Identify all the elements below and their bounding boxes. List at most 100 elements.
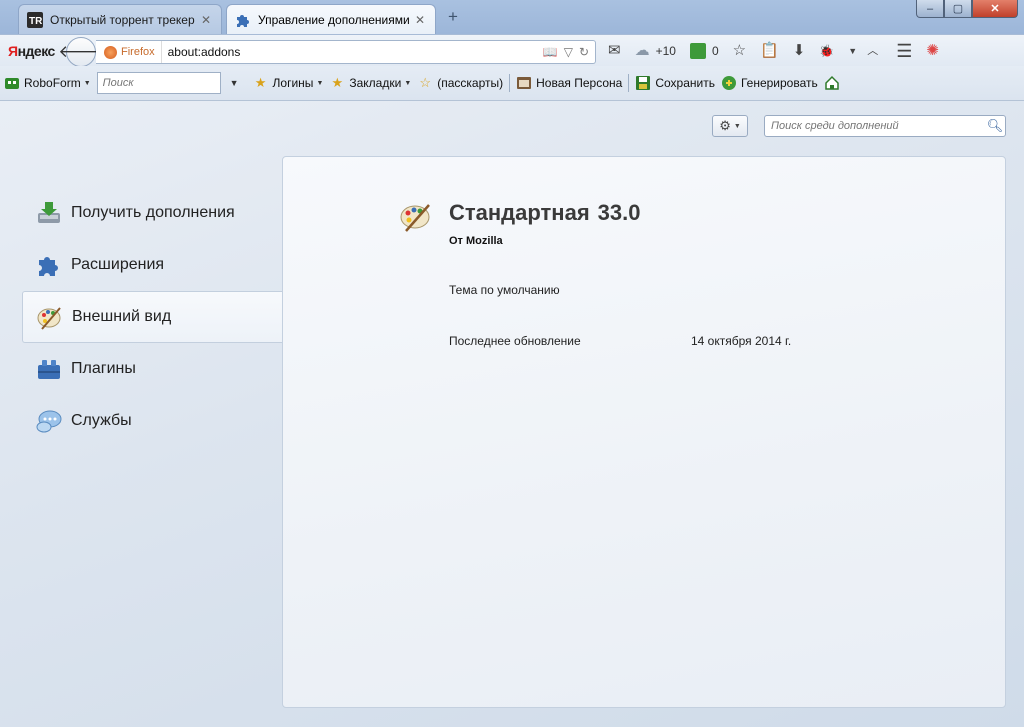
firefox-icon (104, 45, 117, 59)
counter-widget[interactable]: 0 (689, 43, 719, 59)
new-persona-button[interactable]: Новая Персона (516, 75, 622, 91)
save-button[interactable]: Сохранить (635, 75, 715, 91)
close-window-button[interactable]: ✕ (972, 0, 1018, 18)
roboform-search-dropdown[interactable]: ▼ (227, 78, 247, 88)
tr-favicon-icon: TR (27, 11, 43, 28)
roboform-search-input[interactable] (96, 72, 221, 94)
search-icon[interactable]: 🔍︎ (985, 118, 1005, 134)
identity-label: Firefox (121, 46, 155, 58)
last-updated-value: 14 октября 2014 г. (691, 334, 792, 348)
menu-icon[interactable]: ☰ (896, 42, 912, 60)
logins-menu[interactable]: ★ Логины ▼ (253, 75, 324, 91)
category-list: Получить дополнения Расширения Внешний в… (22, 187, 282, 447)
addon-name: Стандартная (449, 200, 590, 225)
logins-star-icon: ★ (254, 75, 267, 90)
bookmark-star-icon[interactable]: ☆ (733, 43, 746, 59)
plugins-icon (34, 354, 64, 384)
dropdown-icon[interactable]: ▼ (848, 43, 857, 59)
addon-version: 33.0 (597, 200, 641, 225)
bookmarks-toolbar: RoboForm▼ ▼ ★ Логины▼ ★ Закладки▼ ☆ (пас… (0, 66, 1024, 101)
bookmarks-menu[interactable]: ★ Закладки ▼ (329, 75, 412, 91)
mail-icon[interactable]: ✉ (608, 43, 621, 59)
history-dropdown-icon[interactable]: ▽ (564, 45, 573, 59)
minimize-button[interactable]: – (916, 0, 944, 18)
back-button[interactable]: 🡐 (58, 37, 104, 67)
clipboard-icon[interactable]: 📋 (760, 43, 779, 59)
category-get-addons[interactable]: Получить дополнения (22, 187, 282, 239)
navigation-toolbar: Яндекс 🡐 Firefox about:addons 📖 ▽ ↻ ✉ ☁ … (0, 34, 1024, 67)
tab-label: Открытый торрент трекер (50, 12, 195, 27)
tools-menu-button[interactable]: ⚙ ▼ (712, 115, 748, 137)
download-icon[interactable]: ⬇ (793, 43, 806, 59)
url-bar[interactable]: Firefox about:addons 📖 ▽ ↻ (96, 40, 596, 64)
counter-badge-icon (689, 43, 706, 59)
roboform-menu[interactable]: RoboForm ▼ (4, 75, 91, 91)
home-button[interactable] (824, 75, 844, 91)
puzzle-icon (237, 14, 249, 27)
tab-torrent-tracker[interactable]: TR Открытый торрент трекер ✕ (18, 4, 222, 34)
addons-manager: ⚙▼ 🔍︎ Получить дополнения Расширения Вне… (0, 101, 1024, 727)
roboform-icon (4, 75, 20, 91)
passcards-label: (пасскарты) (437, 76, 504, 90)
new-persona-label: Новая Персона (536, 76, 623, 90)
counter-value: 0 (711, 44, 719, 58)
url-text[interactable]: about:addons (162, 45, 543, 59)
category-extensions[interactable]: Расширения (22, 239, 282, 291)
tab-label: Управление дополнениями (258, 12, 410, 27)
category-label: Внешний вид (72, 308, 172, 325)
addon-title: Стандартная 33.0 (449, 200, 641, 226)
category-label: Получить дополнения (71, 204, 235, 221)
passcards-star-icon: ☆ (419, 75, 432, 90)
get-addons-icon (34, 198, 64, 228)
generate-label: Генерировать (740, 76, 818, 90)
svg-text:TR: TR (29, 16, 43, 27)
roboform-label: RoboForm (24, 76, 81, 90)
generate-icon (721, 75, 737, 91)
services-icon (34, 406, 64, 436)
chevron-up-icon[interactable]: ︿ (867, 43, 878, 59)
addons-search-box[interactable]: 🔍︎ (764, 115, 1006, 137)
addon-description: Тема по умолчанию (449, 283, 560, 297)
category-label: Плагины (71, 360, 136, 377)
cloud-icon: ☁ (634, 42, 650, 59)
tab-close-icon[interactable]: ✕ (199, 13, 213, 27)
new-tab-button[interactable]: + (444, 8, 462, 26)
tab-close-icon[interactable]: ✕ (413, 13, 427, 27)
category-label: Службы (71, 412, 132, 429)
save-icon (635, 75, 651, 91)
weather-widget[interactable]: ☁ +10 (635, 43, 676, 59)
yandex-logo-first-letter: Я (8, 43, 18, 59)
toolbar-separator (509, 74, 511, 92)
reload-icon[interactable]: ↻ (579, 45, 589, 59)
logins-label: Логины (272, 76, 314, 90)
bug-icon[interactable]: 🐞 (819, 43, 834, 59)
yandex-logo[interactable]: Яндекс (8, 43, 55, 59)
toolbar-separator (628, 74, 630, 92)
weather-value: +10 (655, 44, 676, 58)
save-label: Сохранить (655, 76, 715, 90)
extensions-icon (34, 250, 64, 280)
addons-search-input[interactable] (765, 116, 985, 136)
yandex-logo-rest: ндекс (17, 43, 56, 59)
reader-icon[interactable]: 📖 (543, 45, 558, 59)
tab-strip: TR Открытый торрент трекер ✕ Управление … (0, 0, 1024, 34)
gear-icon: ⚙ (719, 118, 731, 133)
addon-author: От Mozilla (449, 235, 503, 247)
category-appearance[interactable]: Внешний вид (22, 291, 282, 343)
tab-addons-manager[interactable]: Управление дополнениями ✕ (226, 4, 436, 34)
bookmarks-label: Закладки (349, 76, 402, 90)
sync-icon[interactable]: ✺ (926, 43, 939, 59)
theme-palette-icon (400, 204, 430, 232)
generate-button[interactable]: Генерировать (721, 75, 818, 91)
bookmarks-star-icon: ★ (331, 75, 344, 90)
window-controls: – ▢ ✕ (916, 0, 1018, 18)
passcards-menu[interactable]: ☆ (пасскарты) (417, 75, 503, 91)
last-updated-label: Последнее обновление (449, 334, 581, 348)
home-icon (824, 75, 840, 91)
persona-icon (516, 75, 532, 91)
category-plugins[interactable]: Плагины (22, 343, 282, 395)
category-services[interactable]: Службы (22, 395, 282, 447)
maximize-button[interactable]: ▢ (944, 0, 972, 18)
identity-box[interactable]: Firefox (96, 41, 162, 63)
appearance-icon (35, 302, 65, 332)
